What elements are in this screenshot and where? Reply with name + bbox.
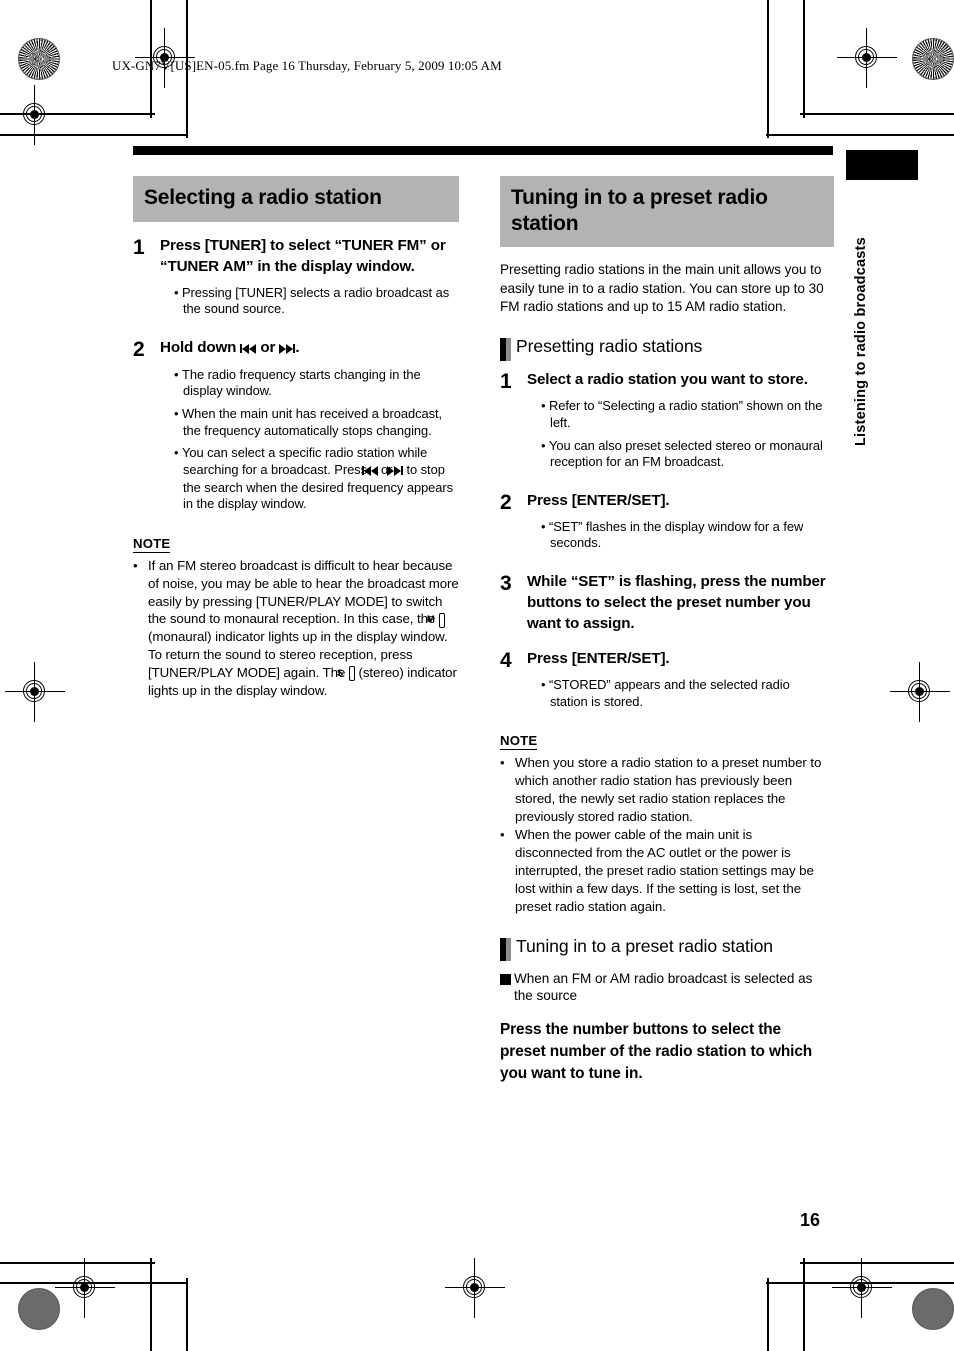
list-item: “SET” flashes in the display window for … — [541, 519, 826, 552]
step-title-prefix: Hold down — [160, 338, 241, 356]
subheading-bar-marker — [500, 338, 511, 362]
list-item: You can also preset selected stereo or m… — [541, 438, 826, 471]
left-section-heading: Selecting a radio station — [133, 176, 459, 222]
file-header-line: UX-GN7V[US]EN-05.fm Page 16 Thursday, Fe… — [112, 58, 502, 73]
right-section-heading: Tuning in to a preset radio station — [500, 176, 834, 248]
step-number: 2 — [133, 337, 145, 361]
registration-mark-mid-right — [890, 662, 950, 722]
note-title: NOTE — [133, 535, 171, 553]
source-condition-item: When an FM or AM radio broadcast is sele… — [500, 970, 826, 1005]
list-item: You can select a specific radio station … — [174, 445, 459, 513]
list-item: If an FM stereo broadcast is difficult t… — [133, 557, 459, 700]
skip-previous-icon — [240, 339, 257, 360]
right-step-2: 2 Press [ENTER/SET]. “SET” flashes in th… — [500, 491, 826, 558]
crop-mark-top-right-h2 — [766, 134, 954, 136]
subheading-label: Presetting radio stations — [516, 336, 703, 357]
note-list: If an FM stereo broadcast is difficult t… — [133, 557, 459, 700]
skip-next-icon — [279, 339, 296, 360]
step-title: Press [ENTER/SET]. — [527, 491, 670, 509]
right-step-1: 1 Select a radio station you want to sto… — [500, 370, 826, 477]
final-instruction: Press the number buttons to select the p… — [500, 1020, 813, 1082]
registration-mark-bottom-left — [55, 1258, 115, 1318]
list-item: “STORED” appears and the selected radio … — [541, 677, 826, 710]
list-item: The radio frequency starts changing in t… — [174, 367, 459, 400]
step-bullet-list: Pressing [TUNER] selects a radio broadca… — [160, 285, 459, 318]
crop-mark-bottom-left-v — [150, 1258, 152, 1351]
subheading-bar-marker — [500, 937, 511, 961]
registration-mark-bottom-center — [445, 1258, 505, 1318]
step-title: While “SET” is flashing, press the numbe… — [527, 573, 826, 632]
right-step-3: 3 While “SET” is flashing, press the num… — [500, 572, 826, 635]
registration-mark-top-left-lower — [5, 85, 65, 145]
crop-mark-bottom-left-v2 — [186, 1278, 188, 1351]
crop-mark-top-right-v2 — [767, 0, 769, 138]
crop-mark-top-right-v — [803, 0, 805, 118]
side-tab-label: Listening to radio broadcasts — [853, 237, 869, 446]
step-bullet-list: “SET” flashes in the display window for … — [527, 519, 826, 552]
left-step-1: 1 Press [TUNER] to select “TUNER FM” or … — [133, 236, 459, 324]
crop-mark-top-right-h — [800, 113, 954, 115]
step-number: 3 — [500, 572, 512, 596]
print-color-target-bottom-left — [18, 1288, 60, 1330]
list-item: Refer to “Selecting a radio station” sho… — [541, 398, 826, 431]
step-bullet-list: Refer to “Selecting a radio station” sho… — [527, 398, 826, 471]
crop-mark-bottom-left-h — [0, 1262, 155, 1264]
side-tab-marker — [846, 150, 918, 180]
square-bullet-icon — [500, 973, 511, 985]
print-color-target-top-right — [912, 38, 954, 80]
left-column: Selecting a radio station 1 Press [TUNER… — [133, 176, 459, 700]
skip-next-icon — [386, 463, 403, 480]
left-note-block: NOTE If an FM stereo broadcast is diffic… — [133, 535, 459, 700]
registration-mark-top-right — [837, 28, 897, 88]
step-bullet-list: “STORED” appears and the selected radio … — [527, 677, 826, 710]
crop-mark-bottom-right-h — [800, 1262, 954, 1264]
print-color-target-top-left — [18, 38, 60, 80]
step-number: 1 — [133, 235, 145, 259]
right-note-block: NOTE When you store a radio station to a… — [500, 732, 826, 915]
step-bullet-list: The radio frequency starts changing in t… — [160, 367, 459, 513]
registration-mark-bottom-right — [832, 1258, 892, 1318]
crop-mark-bottom-right-v — [803, 1258, 805, 1351]
step-number: 4 — [500, 648, 512, 672]
step-title-mid: or — [256, 338, 280, 356]
subheading-presetting: Presetting radio stations — [500, 336, 826, 362]
step-title: Press [TUNER] to select “TUNER FM” or “T… — [160, 236, 446, 275]
note-text-part-1: If an FM stereo broadcast is difficult t… — [148, 557, 459, 627]
registration-mark-mid-left — [5, 662, 65, 722]
subheading-tuning: Tuning in to a preset radio station — [500, 936, 826, 961]
left-step-2: 2 Hold down or . The radio frequency sta… — [133, 338, 459, 519]
list-item: When the main unit has received a broadc… — [174, 406, 459, 439]
note-list: When you store a radio station to a pres… — [500, 754, 826, 915]
note-title: NOTE — [500, 733, 538, 751]
skip-previous-icon — [361, 463, 378, 480]
source-condition-label: When an FM or AM radio broadcast is sele… — [514, 970, 813, 1004]
subheading-label: Tuning in to a preset radio station — [516, 935, 773, 956]
print-color-target-bottom-right — [912, 1288, 954, 1330]
top-rule — [133, 146, 833, 155]
step-number: 2 — [500, 490, 512, 514]
step-title: Press [ENTER/SET]. — [527, 649, 670, 667]
step-title: Hold down or . — [160, 338, 459, 360]
list-item: Pressing [TUNER] selects a radio broadca… — [174, 285, 459, 318]
monaural-indicator-icon: M — [427, 612, 445, 628]
step-title-suffix: . — [295, 338, 300, 356]
step-number: 1 — [500, 370, 512, 394]
right-step-4: 4 Press [ENTER/SET]. “STORED” appears an… — [500, 649, 826, 716]
right-intro-paragraph: Presetting radio stations in the main un… — [500, 262, 824, 314]
step-title: Select a radio station you want to store… — [527, 371, 808, 389]
right-column: Tuning in to a preset radio station Pres… — [500, 176, 834, 1084]
page-number: 16 — [800, 1210, 821, 1230]
crop-mark-top-left-h2 — [0, 134, 188, 136]
crop-mark-bottom-right-v2 — [767, 1278, 769, 1351]
list-item: When you store a radio station to a pres… — [500, 754, 826, 825]
list-item: When the power cable of the main unit is… — [500, 826, 826, 915]
